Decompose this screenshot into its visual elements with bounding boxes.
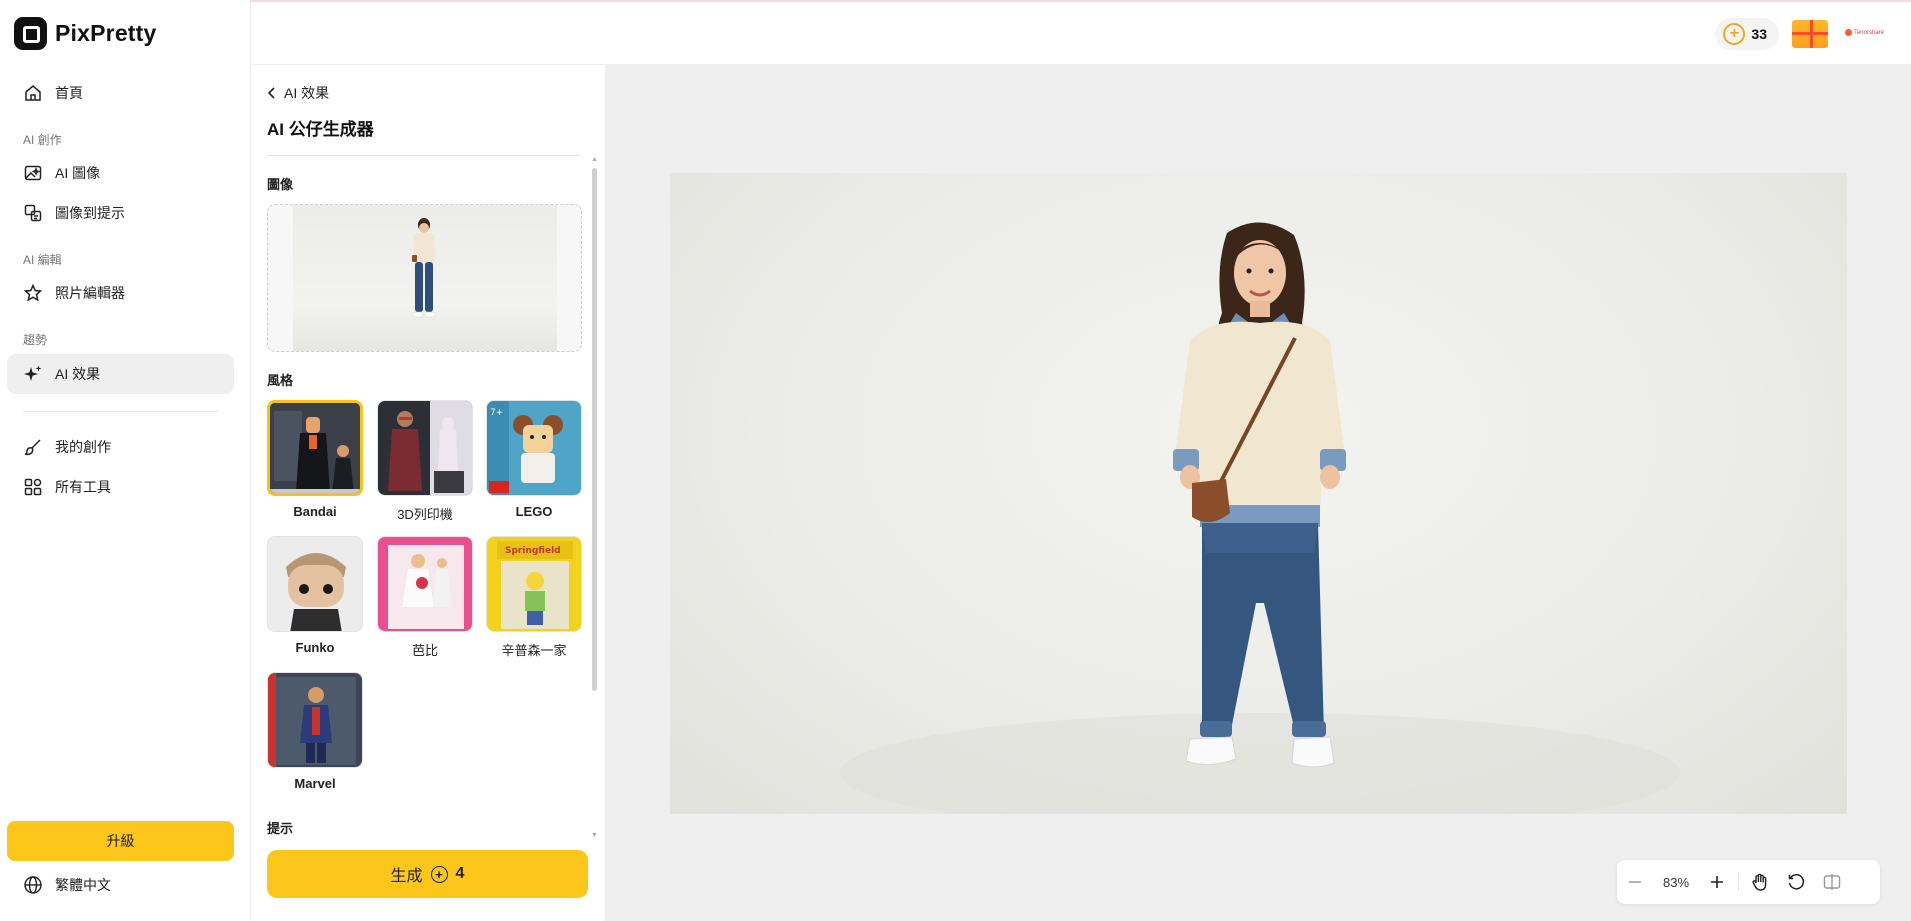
style-thumb-lego: 7+ (486, 400, 582, 496)
sidebar-item-my-creations[interactable]: 我的創作 (7, 427, 234, 467)
logo-icon (14, 17, 47, 50)
image-section-label: 圖像 (267, 177, 294, 192)
zoom-out-button[interactable] (1617, 864, 1653, 900)
style-section-label: 風格 (267, 373, 294, 388)
pan-hand-button[interactable] (1742, 864, 1778, 900)
tenorshare-logo[interactable]: Tenorshare (1844, 29, 1884, 36)
brand-small-label: Tenorshare (1853, 29, 1884, 36)
style-thumb-barbie (377, 536, 473, 632)
preview-image (670, 173, 1847, 814)
sidebar-item-ai-effects[interactable]: AI 效果 (7, 354, 234, 394)
sidebar-item-image-to-prompt[interactable]: 圖像到提示 (7, 193, 234, 233)
style-card-simpsons[interactable]: Springfield 辛普森一家 (486, 536, 582, 659)
photo-editor-icon (23, 283, 43, 302)
panel-divider (267, 155, 580, 156)
zoom-level: 83% (1662, 874, 1690, 890)
page-title: AI 公仔生成器 (267, 120, 374, 139)
coin-plus-icon: + (1723, 23, 1746, 45)
app-name: PixPretty (55, 20, 157, 46)
woman-photo-illustration (840, 222, 1680, 814)
generate-label: 生成 (390, 868, 423, 885)
zoom-in-button[interactable] (1699, 864, 1735, 900)
style-name: Marvel (294, 776, 336, 791)
compare-button[interactable] (1814, 864, 1850, 900)
hand-icon (1752, 873, 1767, 891)
credits-count: 33 (1751, 26, 1767, 42)
toolbar-divider (1738, 873, 1739, 891)
sidebar-item-label: AI 效果 (55, 366, 101, 382)
grid-tools-icon (24, 478, 42, 496)
compare-split-icon (1823, 874, 1841, 890)
sidebar-section-trends: 趨勢 (23, 333, 48, 347)
rotate-reset-icon (1788, 874, 1805, 890)
sidebar: PixPretty 首頁 AI 創作 AI 圖像 圖像到提示 AI 編輯 照片編… (0, 0, 251, 921)
image-upload-area[interactable] (267, 204, 582, 352)
style-name: 3D列印機 (397, 507, 453, 522)
style-card-funko[interactable]: Funko (267, 536, 363, 655)
sidebar-item-all-tools[interactable]: 所有工具 (7, 467, 234, 507)
generate-cost: 4 (455, 865, 465, 882)
style-thumb-simpsons: Springfield (486, 536, 582, 632)
style-card-lego[interactable]: 7+ LEGO (486, 400, 582, 519)
style-card-3d-printer[interactable]: 3D列印機 (377, 400, 473, 523)
scroll-up-arrow[interactable]: ▲ (591, 156, 598, 163)
minus-icon (1629, 881, 1641, 883)
sparkles-icon (24, 365, 42, 381)
sidebar-item-label: 所有工具 (55, 479, 111, 495)
sidebar-item-home[interactable]: 首頁 (7, 73, 234, 113)
plus-icon (1711, 876, 1723, 888)
style-name: 辛普森一家 (501, 643, 567, 658)
globe-icon (24, 876, 42, 894)
image-sparkle-icon (24, 165, 42, 181)
sidebar-item-label: 我的創作 (55, 439, 111, 455)
generate-button[interactable]: 生成 + 4 (267, 850, 588, 898)
sidebar-item-label: 照片編輯器 (55, 285, 125, 301)
style-name: Funko (295, 640, 335, 655)
style-thumb-3d-printer (377, 400, 473, 496)
sidebar-section-ai-create: AI 創作 (23, 133, 62, 147)
uploaded-image-thumbnail (293, 205, 557, 351)
svg-text:7+: 7+ (490, 408, 503, 418)
style-name: 芭比 (411, 643, 438, 658)
style-thumb-bandai (267, 400, 363, 496)
style-name: Bandai (293, 504, 337, 519)
prompt-section-label: 提示 (267, 821, 294, 836)
sidebar-item-label: AI 圖像 (55, 165, 101, 181)
chevron-left-icon (267, 87, 275, 99)
sidebar-item-photo-editor[interactable]: 照片編輯器 (7, 273, 234, 313)
sidebar-divider (23, 411, 219, 412)
back-link-label: AI 效果 (284, 85, 330, 101)
app-logo[interactable]: PixPretty (14, 17, 157, 50)
home-icon (25, 85, 41, 101)
style-card-bandai[interactable]: Bandai (267, 400, 363, 519)
image-to-prompt-icon (24, 204, 42, 222)
brush-icon (24, 439, 41, 456)
top-bar: + 33 Tenorshare (252, 2, 1911, 65)
style-thumb-marvel (267, 672, 363, 768)
reset-button[interactable] (1778, 864, 1814, 900)
svg-text:Springfield: Springfield (505, 546, 561, 556)
style-name: LEGO (515, 504, 553, 519)
back-link[interactable]: AI 效果 (267, 83, 329, 103)
sidebar-item-ai-image[interactable]: AI 圖像 (7, 153, 234, 193)
language-label: 繁體中文 (55, 877, 111, 893)
sidebar-item-label: 首頁 (55, 85, 83, 101)
style-card-barbie[interactable]: 芭比 (377, 536, 473, 659)
coin-plus-icon: + (430, 865, 448, 883)
upgrade-button[interactable]: 升級 (7, 821, 234, 861)
language-selector[interactable]: 繁體中文 (7, 865, 234, 905)
sidebar-item-label: 圖像到提示 (55, 205, 125, 221)
style-thumb-funko (267, 536, 363, 632)
zoom-toolbar: 83% (1617, 860, 1880, 904)
sidebar-section-ai-edit: AI 編輯 (23, 253, 62, 267)
style-card-marvel[interactable]: Marvel (267, 672, 363, 791)
panel-scrollbar[interactable] (592, 168, 597, 691)
credits-badge[interactable]: + 33 (1715, 18, 1779, 50)
gift-icon[interactable] (1792, 20, 1828, 48)
scroll-down-arrow[interactable]: ▼ (591, 832, 598, 839)
brand-dot-icon (1844, 29, 1852, 36)
